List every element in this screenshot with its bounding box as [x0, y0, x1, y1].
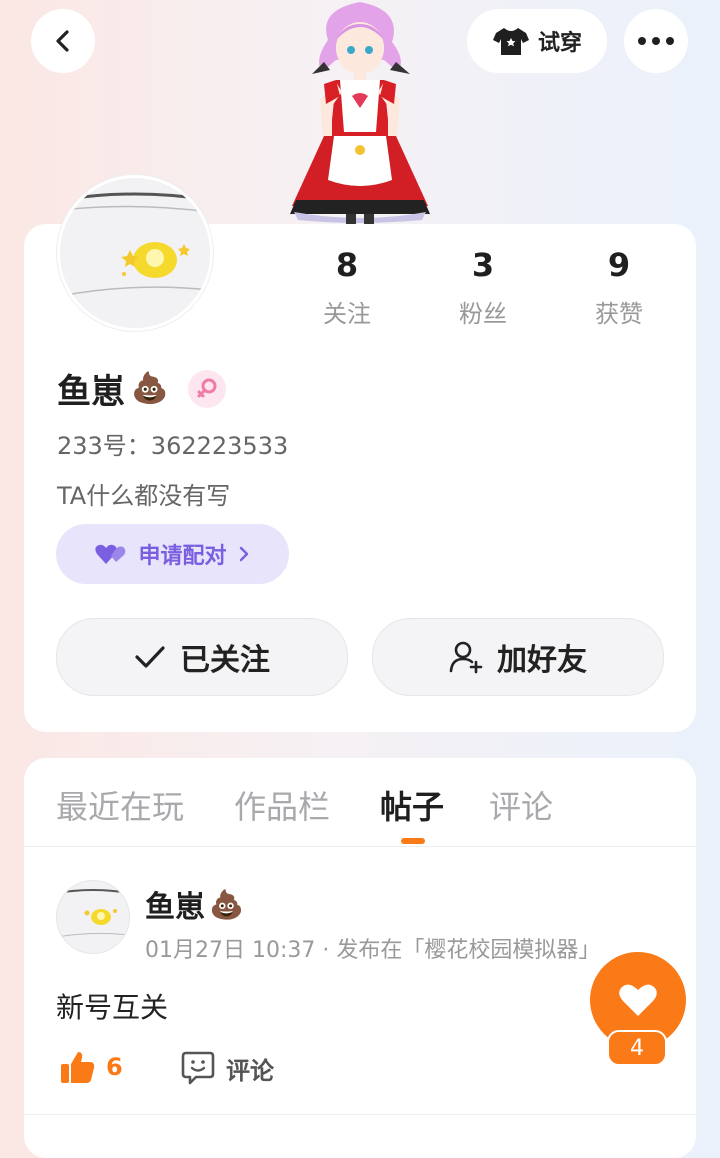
pair-request-button[interactable]: 申请配对	[56, 524, 289, 584]
shirt-icon	[492, 28, 529, 55]
heart-count-badge: 4	[607, 1030, 667, 1066]
post-author-row[interactable]: 鱼崽 💩	[145, 882, 244, 926]
user-id: 233号：362223533	[57, 432, 289, 460]
tab-posts[interactable]: 帖子	[380, 782, 444, 828]
likes-count: 9	[607, 246, 631, 284]
poop-emoji-icon: 💩	[209, 887, 244, 921]
tabs-divider	[24, 846, 696, 847]
stat-following[interactable]: 8 关注	[297, 246, 397, 329]
add-friend-label: 加好友	[497, 643, 587, 678]
like-button[interactable]: 6	[60, 1050, 123, 1084]
post-author-avatar[interactable]	[56, 880, 130, 954]
post-meta: 01月27日 10:37 · 发布在「樱花校园模拟器」	[145, 938, 601, 963]
hearts-icon	[95, 544, 126, 564]
like-count: 6	[106, 1053, 123, 1081]
pair-request-label: 申请配对	[138, 544, 227, 569]
comment-label: 评论	[226, 1056, 274, 1085]
more-dots-icon	[638, 37, 674, 45]
followed-label: 已关注	[180, 643, 270, 678]
profile-name: 鱼崽	[57, 372, 125, 412]
add-friend-button[interactable]: 加好友	[372, 618, 664, 696]
back-button[interactable]	[31, 9, 95, 73]
heart-icon	[619, 984, 657, 1016]
post-content[interactable]: 新号互关	[56, 986, 168, 1026]
chevron-right-icon	[239, 546, 248, 562]
more-button[interactable]	[624, 9, 688, 73]
poop-emoji-icon: 💩	[131, 371, 169, 406]
checkmark-icon	[135, 646, 165, 668]
fans-count: 3	[471, 246, 495, 284]
likes-label: 获赞	[595, 300, 643, 328]
character-figure-image[interactable]	[280, 0, 440, 225]
comment-smile-icon	[181, 1051, 215, 1085]
user-bio: TA什么都没有写	[57, 482, 231, 510]
heart-count: 4	[630, 1035, 644, 1061]
stat-fans[interactable]: 3 粉丝	[433, 246, 533, 329]
tab-recently-played[interactable]: 最近在玩	[56, 782, 184, 828]
active-tab-indicator	[401, 838, 425, 844]
following-count: 8	[335, 246, 359, 284]
following-label: 关注	[323, 300, 371, 328]
profile-name-row: 鱼崽 💩	[57, 364, 227, 413]
female-symbol-icon	[197, 378, 217, 397]
stat-likes[interactable]: 9 获赞	[569, 246, 669, 329]
gender-badge	[188, 369, 227, 408]
try-on-label: 试穿	[537, 31, 582, 56]
followed-button[interactable]: 已关注	[56, 618, 348, 696]
try-on-button[interactable]: 试穿	[467, 9, 607, 73]
avatar-image	[57, 889, 129, 938]
tab-works[interactable]: 作品栏	[234, 782, 330, 828]
profile-avatar[interactable]	[57, 175, 213, 331]
post-divider	[24, 1114, 696, 1115]
comment-button[interactable]: 评论	[180, 1050, 274, 1086]
fans-label: 粉丝	[459, 300, 507, 328]
thumbs-up-icon	[61, 1052, 95, 1083]
avatar-image	[60, 178, 210, 328]
post-author-name: 鱼崽	[145, 890, 205, 925]
chevron-left-icon	[56, 30, 69, 52]
tab-comments[interactable]: 评论	[489, 782, 553, 828]
add-user-icon	[449, 641, 483, 674]
